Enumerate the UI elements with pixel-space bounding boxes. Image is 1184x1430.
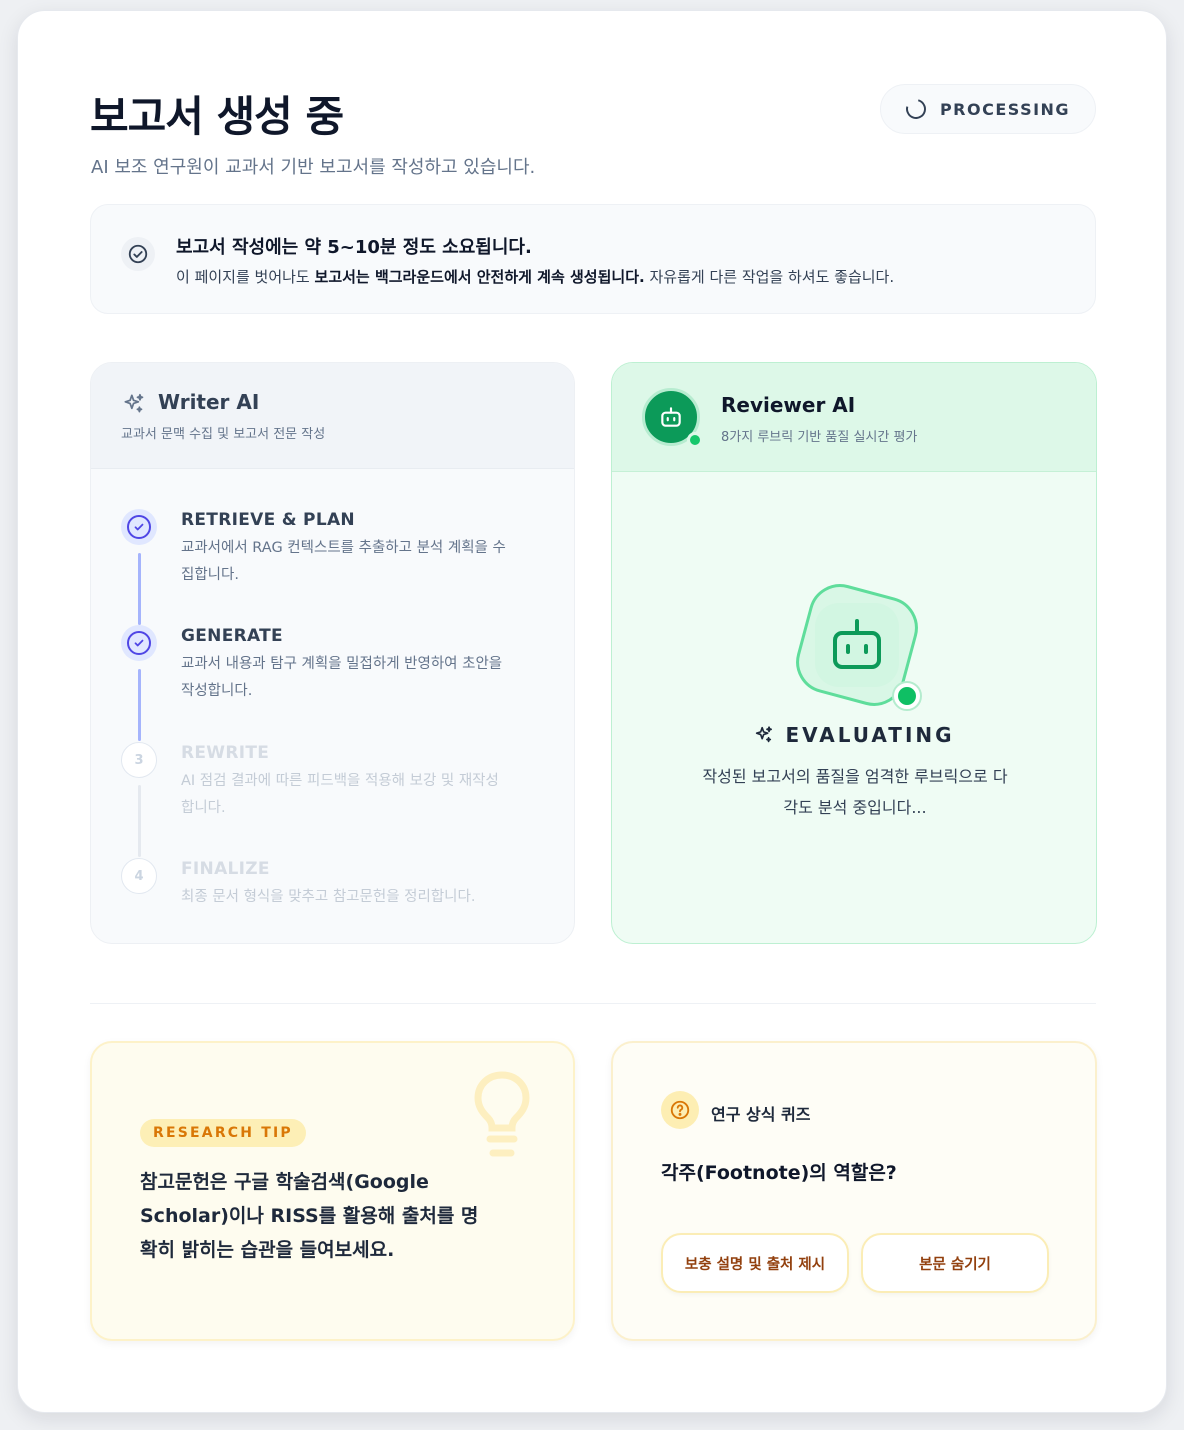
reviewer-ai-header: Reviewer AI 8가지 루브릭 기반 품질 실시간 평가 [612,363,1096,472]
step-4-description: 최종 문서 형식을 맞추고 참고문헌을 정리합니다. [181,889,476,905]
check-circle-icon [121,237,155,271]
research-tip-badge: RESEARCH TIP [140,1119,306,1147]
sparkles-icon [121,391,147,421]
step-connector [138,669,141,741]
step-3-number: 3 [121,742,157,778]
step-2-check-icon [121,625,157,661]
reviewer-ai-panel: Reviewer AI 8가지 루브릭 기반 품질 실시간 평가 EVALUAT [611,362,1097,944]
writer-ai-header: Writer AI 교과서 문맥 수집 및 보고서 전문 작성 [91,363,574,469]
spinner-icon [902,95,930,123]
evaluating-robot-icon [796,584,922,711]
notice-title: 보고서 작성에는 약 5~10분 정도 소요됩니다. [176,237,532,258]
writer-ai-panel: Writer AI 교과서 문맥 수집 및 보고서 전문 작성 RETRIEVE… [90,362,575,944]
research-tip-text: 참고문헌은 구글 학술검색(Google Scholar)이나 RISS를 활용… [140,1171,479,1261]
step-4-number: 4 [121,858,157,894]
notice-body-prefix: 이 페이지를 벗어나도 [176,268,315,286]
step-3-description: AI 점검 결과에 따른 피드백을 적용해 보강 및 재작성 합니다. [181,773,499,816]
page-title: 보고서 생성 중 [90,92,344,141]
writer-ai-title: Writer AI [158,390,260,414]
evaluating-status: EVALUATING [612,723,1096,747]
evaluating-label: EVALUATING [785,723,955,747]
notice-body-suffix: 자유롭게 다른 작업을 하셔도 좋습니다. [644,268,895,286]
section-divider [90,1003,1096,1004]
duration-notice: 보고서 작성에는 약 5~10분 정도 소요됩니다. 이 페이지를 벗어나도 보… [90,204,1096,314]
quiz-label: 연구 상식 퀴즈 [711,1105,811,1124]
notice-body: 이 페이지를 벗어나도 보고서는 백그라운드에서 안전하게 계속 생성됩니다. … [176,266,894,287]
reviewer-ai-subtitle: 8가지 루브릭 기반 품질 실시간 평가 [721,430,918,445]
writer-ai-subtitle: 교과서 문맥 수집 및 보고서 전문 작성 [121,427,326,442]
report-progress-card: 보고서 생성 중 AI 보조 연구원이 교과서 기반 보고서를 작성하고 있습니… [17,10,1167,1413]
step-2-description: 교과서 내용과 탐구 계획을 밀접하게 반영하여 초안을 작성합니다. [181,656,503,699]
notice-body-bold: 보고서는 백그라운드에서 안전하게 계속 생성됩니다. [314,268,645,286]
evaluating-description: 작성된 보고서의 품질을 엄격한 루브릭으로 다 각도 분석 중입니다... [702,767,1008,817]
page-subtitle: AI 보조 연구원이 교과서 기반 보고서를 작성하고 있습니다. [91,157,536,178]
step-connector [138,553,141,625]
quiz-question: 각주(Footnote)의 역할은? [661,1162,897,1184]
quiz-option-2[interactable]: 본문 숨기기 [861,1233,1049,1293]
status-label: PROCESSING [939,99,1071,119]
quiz-option-1[interactable]: 보충 설명 및 출처 제시 [661,1233,849,1293]
step-2-title: GENERATE [181,626,283,646]
online-indicator [687,432,703,448]
sparkles-icon [756,726,773,743]
step-4-title: FINALIZE [181,859,270,879]
step-1-title: RETRIEVE & PLAN [181,510,355,530]
status-badge: PROCESSING [880,84,1096,134]
research-tip-card: RESEARCH TIP 참고문헌은 구글 학술검색(Google Schola… [90,1041,575,1341]
question-circle-icon [661,1091,699,1129]
lightbulb-icon [474,1071,530,1157]
reviewer-ai-title: Reviewer AI [721,393,856,417]
step-1-description: 교과서에서 RAG 컨텍스트를 추출하고 분석 계획을 수 집합니다. [181,540,506,583]
step-connector [138,785,141,857]
research-quiz-card: 연구 상식 퀴즈 각주(Footnote)의 역할은? 보충 설명 및 출처 제… [611,1041,1097,1341]
step-1-check-icon [121,509,157,545]
step-3-title: REWRITE [181,743,270,763]
